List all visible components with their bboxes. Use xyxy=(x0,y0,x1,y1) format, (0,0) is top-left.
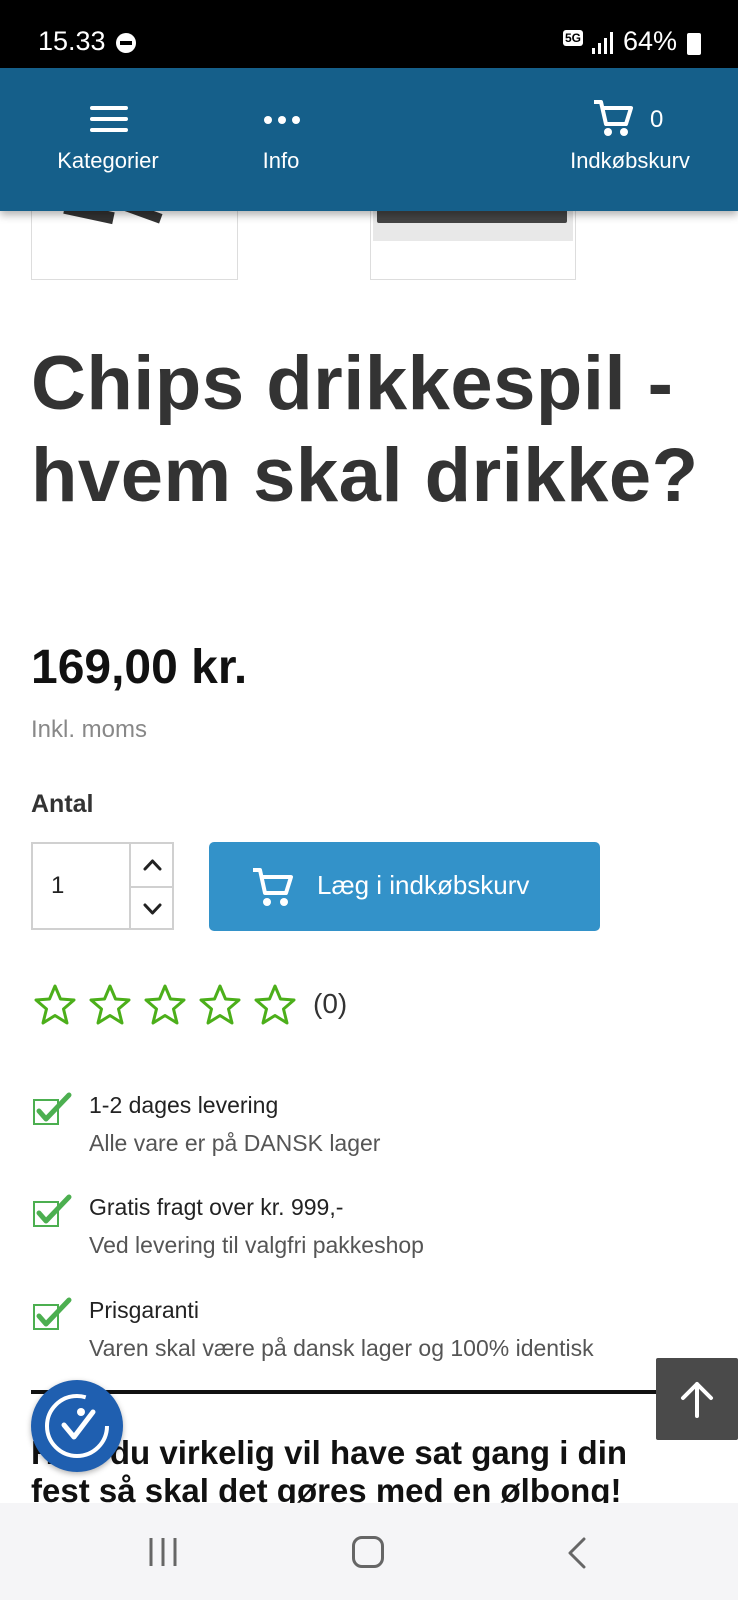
status-bar: 15.33 5G 64% xyxy=(0,0,738,68)
hamburger-icon xyxy=(90,106,128,132)
battery-icon xyxy=(687,33,701,55)
accessibility-icon xyxy=(45,1394,109,1458)
nav-cart-label: Indkøbskurv xyxy=(570,148,690,173)
checkmark-icon xyxy=(33,1194,72,1227)
product-thumbnail[interactable] xyxy=(370,200,576,280)
add-to-cart-label: Læg i indkøbskurv xyxy=(317,870,530,900)
star-icon xyxy=(199,984,241,1025)
checkmark-icon xyxy=(33,1092,72,1125)
network-type: 5G xyxy=(563,30,584,46)
product-description: Hvis du virkelig vil have sat gang i din… xyxy=(31,1432,707,1512)
feature-title: 1-2 dages levering xyxy=(89,1092,279,1118)
section-divider xyxy=(31,1390,671,1394)
star-icon xyxy=(89,984,131,1025)
top-navigation: Kategorier Info 0 Indkøbskurv xyxy=(0,68,738,211)
star-icon xyxy=(144,984,186,1025)
feature-subtitle: Alle vare er på DANSK lager xyxy=(89,1130,381,1156)
cart-count: 0 xyxy=(650,106,664,133)
chevron-down-icon[interactable] xyxy=(131,888,174,930)
product-thumbnail[interactable] xyxy=(31,200,238,280)
battery-percentage: 64% xyxy=(623,26,678,56)
recent-apps-icon[interactable] xyxy=(148,1536,178,1568)
nav-info-button[interactable]: Info xyxy=(240,68,322,211)
status-time: 15.33 xyxy=(38,26,106,56)
rating-count: (0) xyxy=(313,988,348,1019)
scroll-to-top-button[interactable] xyxy=(656,1358,738,1440)
thumbnail-image-part xyxy=(377,209,567,223)
do-not-disturb-icon xyxy=(116,33,136,53)
add-to-cart-button[interactable]: Læg i indkøbskurv xyxy=(209,842,600,931)
cart-icon xyxy=(594,100,633,136)
nav-cart-button[interactable]: 0 Indkøbskurv xyxy=(560,68,700,211)
star-icon xyxy=(254,984,296,1025)
nav-categories-label: Kategorier xyxy=(57,148,159,173)
quantity-input[interactable]: 1 xyxy=(51,872,64,900)
more-icon xyxy=(264,116,300,124)
system-navigation-bar xyxy=(0,1503,738,1600)
back-icon[interactable] xyxy=(566,1537,588,1569)
product-price: 169,00 kr. xyxy=(31,641,248,694)
nav-categories-button[interactable]: Kategorier xyxy=(40,68,176,211)
quantity-label: Antal xyxy=(31,790,94,818)
signal-icon xyxy=(592,30,618,54)
accessibility-button[interactable] xyxy=(31,1380,123,1472)
feature-title: Prisgaranti xyxy=(89,1297,199,1323)
feature-title: Gratis fragt over kr. 999,- xyxy=(89,1194,344,1220)
arrow-up-icon xyxy=(681,1382,713,1418)
star-icon xyxy=(34,984,76,1025)
vat-note: Inkl. moms xyxy=(31,716,148,743)
quantity-stepper: 1 xyxy=(31,842,174,930)
nav-info-label: Info xyxy=(262,148,300,173)
product-title: Chips drikkespil - hvem skal drikke? xyxy=(31,341,699,518)
feature-subtitle: Ved levering til valgfri pakkeshop xyxy=(89,1232,424,1258)
chevron-up-icon[interactable] xyxy=(131,844,174,886)
feature-subtitle: Varen skal være på dansk lager og 100% i… xyxy=(89,1335,594,1361)
home-icon[interactable] xyxy=(352,1536,384,1568)
cart-icon xyxy=(253,868,293,906)
checkmark-icon xyxy=(33,1297,72,1330)
